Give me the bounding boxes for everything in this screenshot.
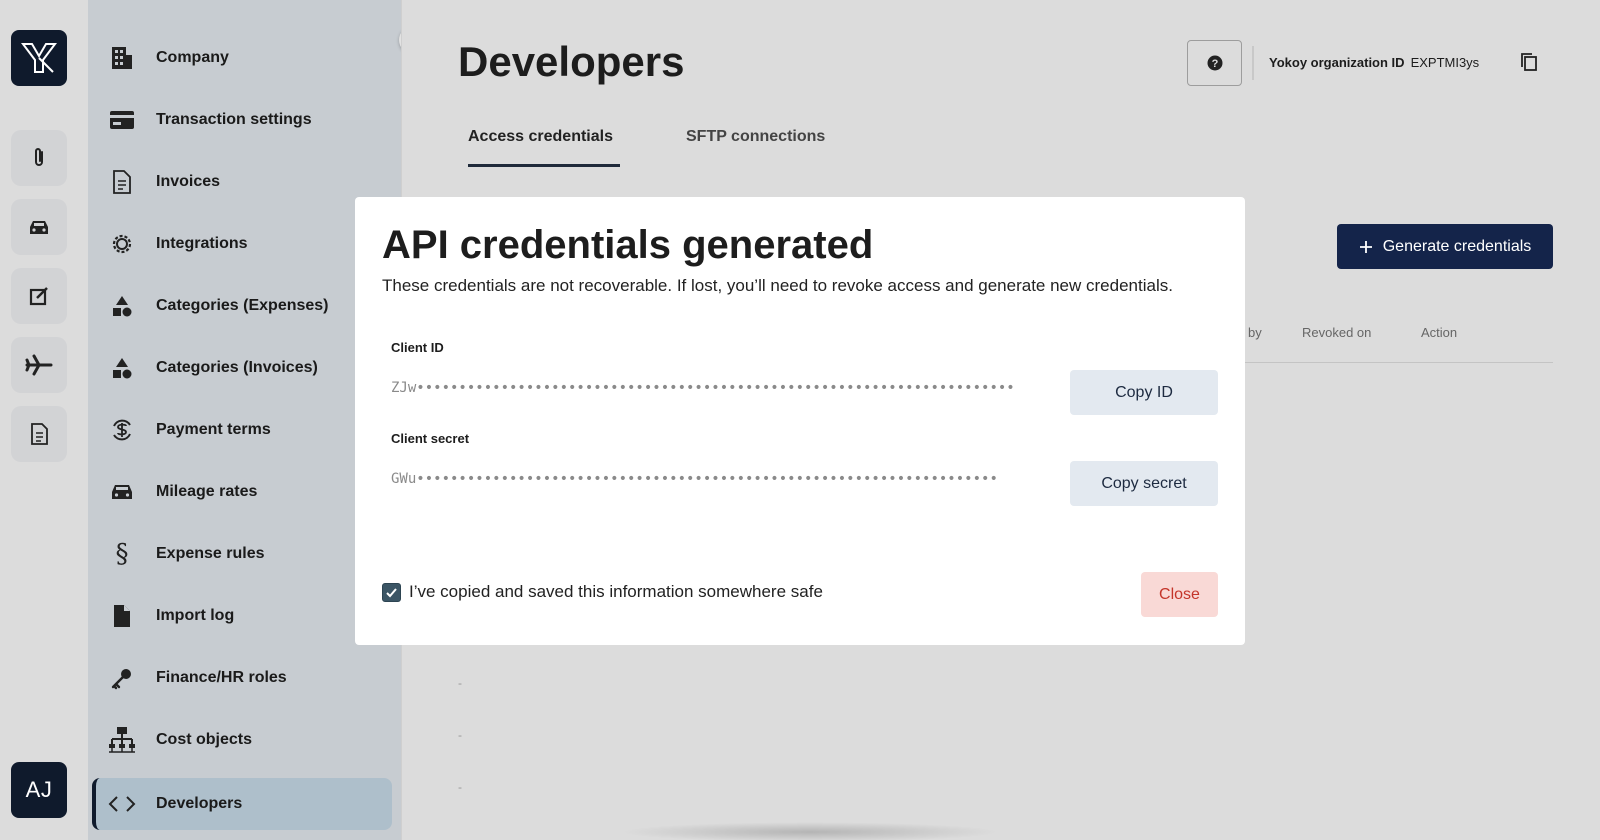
sidebar-item-label: Integrations [156,235,248,252]
sidebar-item-developers[interactable]: Developers [92,778,392,830]
icon-rail: AJ [0,0,88,840]
sidebar-item-label: Expense rules [156,545,265,562]
tab-access-credentials[interactable]: Access credentials [468,128,613,146]
generate-credentials-label: Generate credentials [1382,237,1532,255]
sidebar-item-finance-hr-roles[interactable]: Finance/HR roles [92,652,392,704]
sidebar-item-label: Categories (Expenses) [156,297,329,314]
client-id-value[interactable]: ZJw•••••••••••••••••••••••••••••••••••••… [391,374,1021,402]
modal-title: API credentials generated [382,223,874,267]
sidebar-item-categories-expenses[interactable]: Categories (Expenses) [92,280,392,332]
modal-description: These credentials are not recoverable. I… [382,276,1173,295]
page-title: Developers [458,38,685,85]
org-id-label: Yokoy organization ID [1269,55,1405,70]
copy-secret-button[interactable]: Copy secret [1070,461,1218,506]
sidebar-item-cost-objects[interactable]: Cost objects [92,714,392,766]
logo-icon [21,43,57,73]
sidebar-item-invoices[interactable]: Invoices [92,156,392,208]
shapes-icon [108,354,136,382]
copy-icon [1521,53,1537,71]
header-divider [1252,46,1254,80]
column-header-by: by [1248,325,1262,340]
rail-travel-button[interactable] [11,337,67,393]
card-icon [108,106,136,134]
row-placeholder: - [458,728,462,742]
sidebar-item-transaction-settings[interactable]: Transaction settings [92,94,392,146]
shapes-icon [108,292,136,320]
gear-icon [108,230,136,258]
sidebar-item-company[interactable]: Company [92,32,392,84]
document-icon [31,423,48,445]
rail-edit-button[interactable] [11,268,67,324]
sidebar-item-categories-invoices[interactable]: Categories (Invoices) [92,342,392,394]
tab-sftp-connections[interactable]: SFTP connections [686,128,825,146]
sidebar-item-label: Cost objects [156,731,253,748]
org-id-value: EXPTMI3ys [1410,55,1480,70]
copy-org-id-button[interactable] [1519,52,1541,74]
generate-credentials-button[interactable]: Generate credentials [1337,224,1553,269]
sidebar-item-label: Mileage rates [156,483,258,500]
close-button[interactable]: Close [1141,572,1218,617]
confirm-saved-label[interactable]: I’ve copied and saved this information s… [409,582,823,602]
building-icon [108,44,136,72]
plus-icon [1359,240,1372,253]
paperclip-icon [35,148,43,166]
bottom-scroll-shadow [620,822,1000,840]
confirm-saved-checkbox[interactable] [382,583,401,602]
edit-icon [29,287,48,306]
sidebar-item-label: Invoices [156,173,221,190]
sidebar-item-mileage-rates[interactable]: Mileage rates [92,466,392,518]
sidebar-item-label: Payment terms [156,421,271,438]
help-icon: ? [1207,55,1222,71]
column-header-revoked-on: Revoked on [1302,325,1372,340]
row-placeholder: - [458,780,462,794]
copy-id-button[interactable]: Copy ID [1070,370,1218,415]
sidebar-item-label: Finance/HR roles [156,669,287,686]
dollar-cycle-icon [108,416,136,444]
active-tab-indicator [468,164,620,167]
sidebar-item-payment-terms[interactable]: Payment terms [92,404,392,456]
client-id-label: Client ID [391,340,444,355]
row-placeholder: - [458,676,462,690]
sidebar-item-label: Company [156,49,229,66]
help-button[interactable]: ? [1187,40,1242,86]
yokoy-logo[interactable] [11,30,67,86]
table-header-divider [1244,362,1553,363]
rail-invoices-button[interactable] [11,406,67,462]
client-secret-label: Client secret [391,431,470,446]
sidebar-item-integrations[interactable]: Integrations [92,218,392,270]
sidebar-item-label: Import log [156,607,235,624]
car-icon [108,478,136,506]
hierarchy-icon [108,726,136,754]
user-avatar[interactable]: AJ [11,762,67,818]
svg-text:?: ? [1211,58,1218,70]
section-icon: § [115,539,129,569]
car-icon [30,221,48,234]
rail-expenses-button[interactable] [11,130,67,186]
sidebar-item-label: Categories (Invoices) [156,359,318,376]
document-icon [108,168,136,196]
rail-mileage-button[interactable] [11,199,67,255]
checkmark-icon [386,588,397,598]
organization-id: Yokoy organization ID EXPTMI3ys [1269,55,1479,70]
sidebar-item-import-log[interactable]: Import log [92,590,392,642]
key-icon [108,664,136,692]
sidebar-item-label: Developers [156,795,243,812]
api-credentials-modal: API credentials generated These credenti… [355,197,1245,645]
column-header-action: Action [1421,325,1458,340]
sidebar-item-expense-rules[interactable]: § Expense rules [92,528,392,580]
code-icon [108,790,136,818]
sidebar-item-label: Transaction settings [156,111,312,128]
client-secret-value[interactable]: GWu•••••••••••••••••••••••••••••••••••••… [391,465,1021,493]
airplane-icon [25,354,53,376]
file-icon [108,602,136,630]
